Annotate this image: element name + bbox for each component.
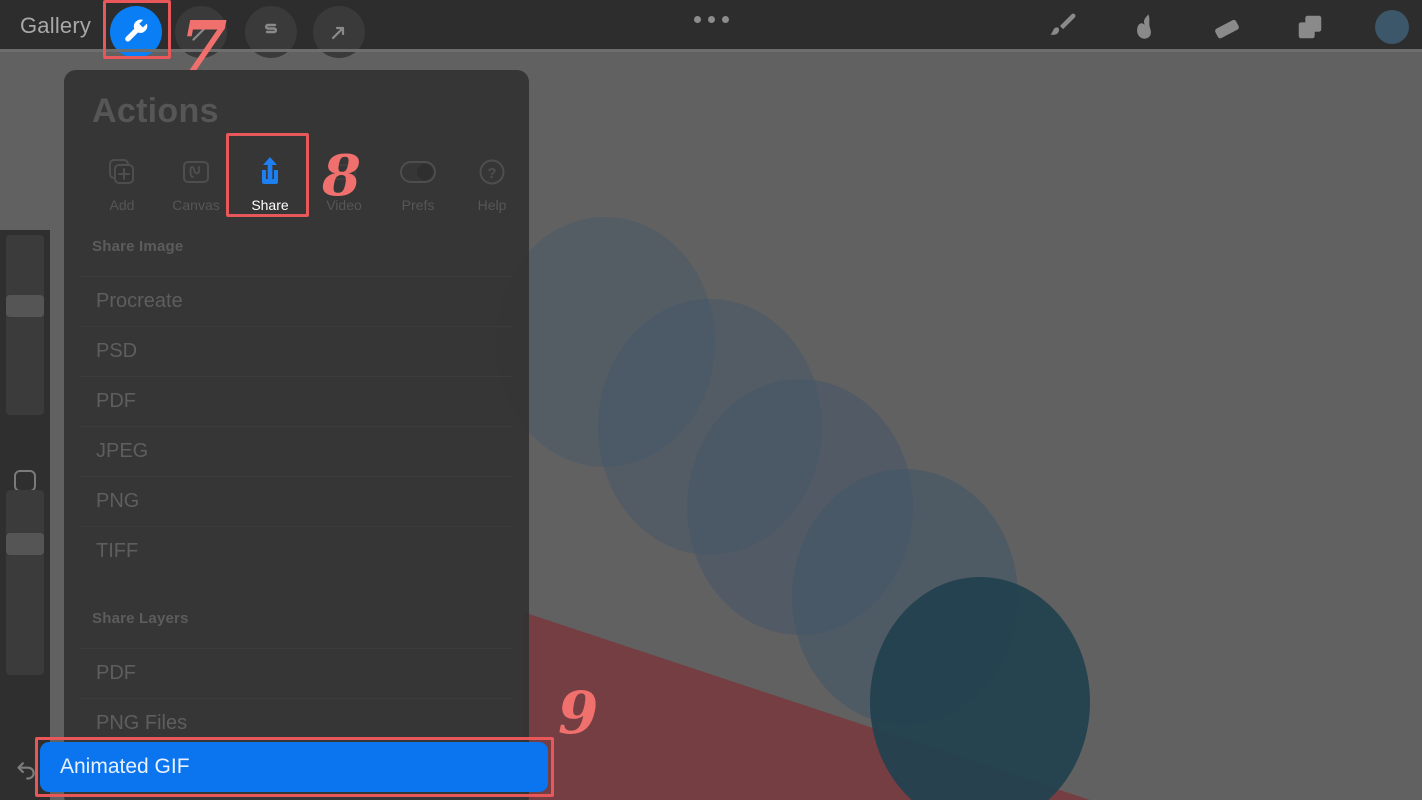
list-item-procreate[interactable]: Procreate (80, 276, 513, 326)
tab-canvas[interactable]: Canvas (159, 145, 233, 213)
svg-text:?: ? (487, 165, 496, 182)
arrow-icon[interactable] (313, 6, 365, 58)
add-icon (108, 155, 136, 189)
list-item-label: PSD (96, 340, 138, 362)
tab-help[interactable]: ? Help (455, 145, 529, 213)
procreate-app-window: Gallery Actions Add Canvas Share Video P… (0, 0, 1422, 800)
dot (693, 15, 701, 23)
page-title: Actions (92, 92, 219, 130)
list-item-png[interactable]: PNG (80, 476, 513, 526)
modify-button[interactable] (14, 470, 36, 492)
tab-share[interactable]: Share (233, 145, 307, 213)
list-item-label: JPEG (96, 440, 149, 462)
list-item-label: PNG Files (96, 712, 188, 734)
list-item-label: PDF (96, 390, 136, 412)
tab-label: Video (326, 197, 362, 213)
undo-icon[interactable] (8, 755, 42, 789)
list-item-label: Procreate (96, 290, 183, 312)
actions-panel: Actions Add Canvas Share Video Prefs ? H… (64, 70, 529, 800)
section-header-share-image: Share Image (92, 238, 184, 255)
tab-label: Add (109, 197, 135, 213)
wand-icon[interactable] (175, 6, 227, 58)
tab-prefs[interactable]: Prefs (381, 145, 455, 213)
tab-label: Share (251, 197, 289, 213)
dot (721, 15, 729, 23)
prefs-icon (400, 155, 436, 189)
tab-label: Help (477, 197, 507, 213)
actions-tab-bar: Add Canvas Share Video Prefs ? Help (64, 145, 529, 213)
list-item-label: TIFF (96, 540, 139, 562)
list-item-tiff[interactable]: TIFF (80, 526, 513, 576)
smudge-icon[interactable] (1116, 6, 1172, 48)
color-swatch[interactable] (1375, 10, 1409, 44)
tab-add[interactable]: Add (85, 145, 159, 213)
tab-label: Canvas (172, 197, 220, 213)
brush-size-slider[interactable] (6, 235, 44, 415)
wrench-icon[interactable] (110, 6, 162, 58)
animated-gif-row[interactable]: Animated GIF (40, 742, 548, 792)
list-item-png-files[interactable]: PNG Files (80, 698, 513, 748)
help-icon: ? (479, 155, 505, 189)
share-icon (256, 155, 284, 189)
gallery-button[interactable]: Gallery (20, 13, 91, 39)
eraser-icon[interactable] (1199, 6, 1255, 48)
list-item-label: PNG (96, 490, 140, 512)
list-item-jpeg[interactable]: JPEG (80, 426, 513, 476)
video-icon (330, 155, 358, 189)
list-item-label: PDF (96, 662, 136, 684)
dot (707, 15, 715, 23)
top-toolbar: Gallery (0, 0, 1422, 58)
list-item-layers-pdf[interactable]: PDF (80, 648, 513, 698)
section-header-share-layers: Share Layers (92, 610, 189, 627)
layers-icon[interactable] (1282, 6, 1338, 48)
left-toolbar (0, 230, 50, 800)
brush-size-thumb[interactable] (6, 295, 44, 317)
brush-opacity-thumb[interactable] (6, 533, 44, 555)
brush-opacity-slider[interactable] (6, 490, 44, 675)
brush-icon[interactable] (1033, 6, 1089, 48)
s-curve-icon[interactable] (245, 6, 297, 58)
list-item-pdf[interactable]: PDF (80, 376, 513, 426)
animated-gif-label: Animated GIF (60, 755, 190, 778)
list-item-psd[interactable]: PSD (80, 326, 513, 376)
tab-video[interactable]: Video (307, 145, 381, 213)
canvas-icon (181, 155, 211, 189)
tab-label: Prefs (401, 197, 435, 213)
more-options-icon[interactable] (689, 8, 733, 30)
